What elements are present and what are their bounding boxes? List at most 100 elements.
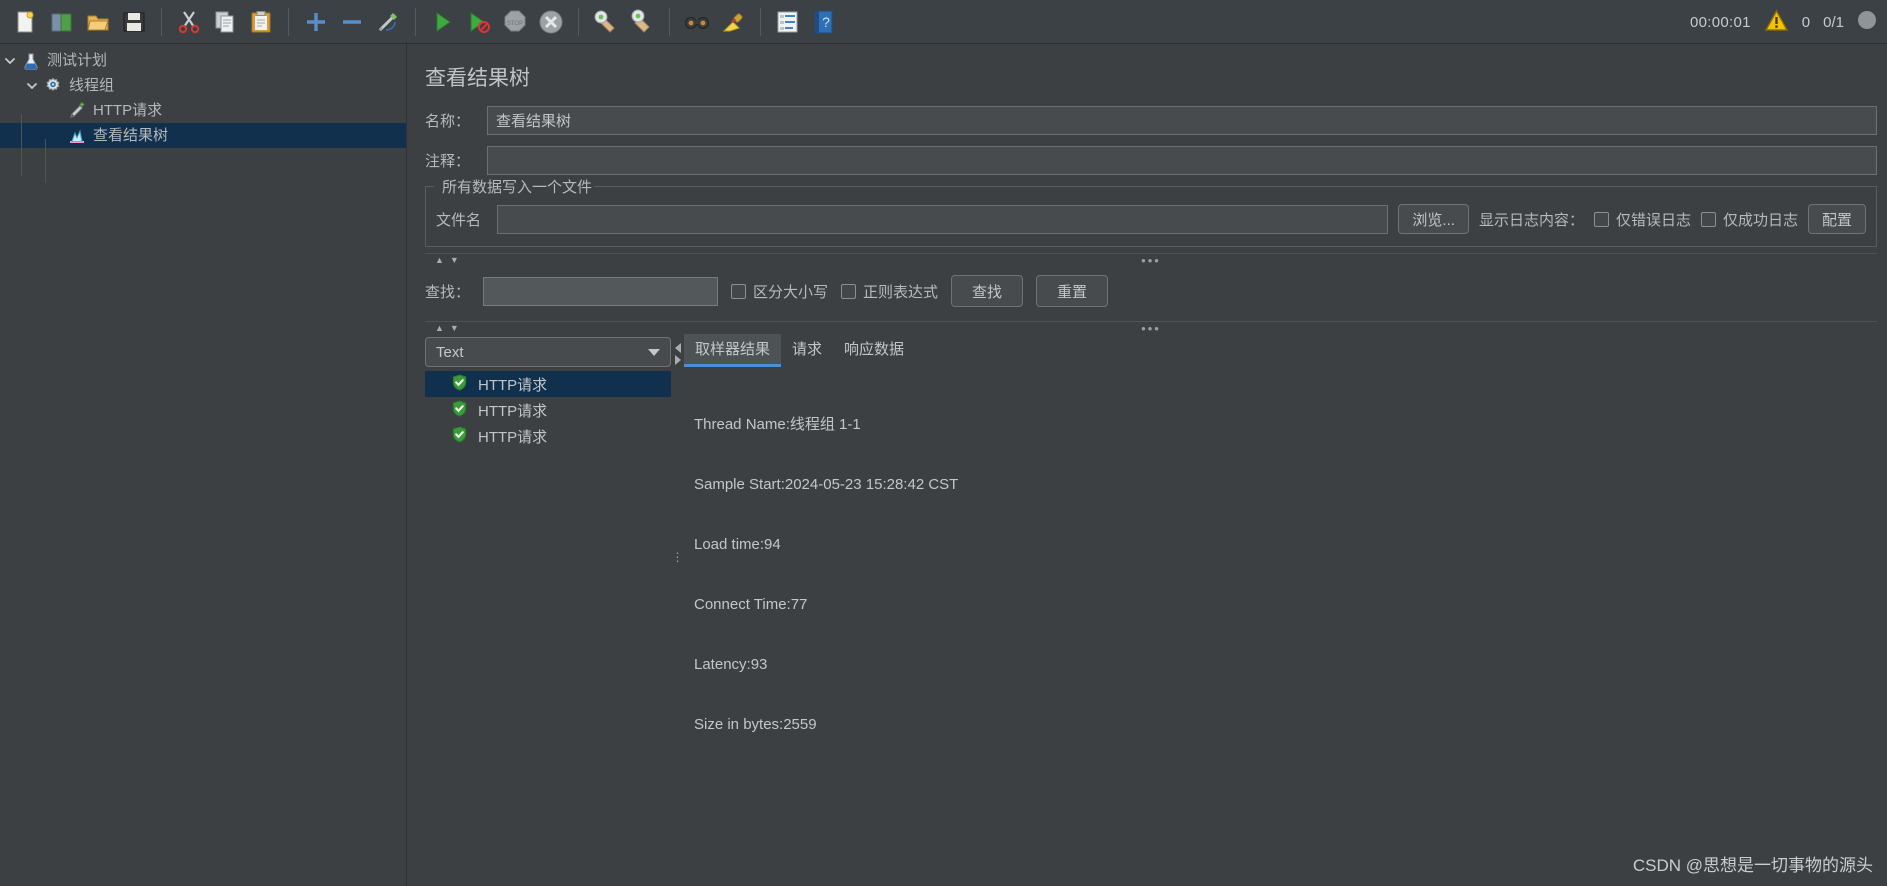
toggle-icon[interactable] bbox=[370, 5, 406, 39]
tab-response-data[interactable]: 响应数据 bbox=[833, 334, 915, 367]
toolbar-separator bbox=[760, 7, 761, 36]
help-icon[interactable]: ? bbox=[806, 5, 842, 39]
collapse-right-icon[interactable] bbox=[674, 355, 681, 365]
reset-search-icon[interactable] bbox=[715, 5, 751, 39]
collapse-all-icon[interactable] bbox=[334, 5, 370, 39]
name-row: 名称： bbox=[417, 106, 1887, 135]
success-only-checkbox[interactable] bbox=[1700, 211, 1716, 227]
warning-triangle-icon[interactable] bbox=[1764, 9, 1789, 36]
splitter-bottom[interactable]: ▲ ▼ ••• bbox=[425, 321, 1877, 335]
collapse-left-icon[interactable] bbox=[674, 343, 681, 353]
sampler-results-list[interactable]: HTTP请求 HTTP请求 HTTP请求 bbox=[425, 371, 671, 777]
tree-item-view-results-tree[interactable]: 查看结果树 bbox=[0, 123, 406, 148]
splitter-grip[interactable]: ⋮ bbox=[672, 551, 684, 563]
main-toolbar: STOP ? 00:00:01 0 0/1 bbox=[0, 0, 1887, 44]
tree-item-http-request[interactable]: HTTP请求 bbox=[0, 98, 406, 123]
success-shield-icon bbox=[451, 373, 468, 395]
errors-only-checkbox[interactable] bbox=[1593, 211, 1609, 227]
tree-item-thread-group[interactable]: 线程组 bbox=[0, 73, 406, 98]
main-content: 测试计划 线程组 HTTP请求 查看结果树 查看结果树 名称： 查看结果树 注释… bbox=[0, 44, 1887, 886]
view-results-tree-icon bbox=[66, 126, 88, 146]
chevron-down-icon[interactable] bbox=[648, 348, 660, 356]
search-button[interactable]: 查找 bbox=[951, 275, 1024, 307]
paste-icon[interactable] bbox=[243, 5, 279, 39]
list-item-label: HTTP请求 bbox=[478, 428, 548, 446]
splitter-grip[interactable]: ••• bbox=[1141, 254, 1161, 267]
collapse-up-icon[interactable]: ▲ bbox=[435, 324, 444, 333]
name-label: 名称： bbox=[425, 113, 471, 130]
shutdown-icon[interactable] bbox=[533, 5, 569, 39]
svg-text:STOP: STOP bbox=[507, 21, 523, 27]
search-input[interactable] bbox=[483, 276, 719, 306]
chevron-down-icon[interactable] bbox=[0, 55, 20, 67]
filename-input[interactable] bbox=[497, 204, 1389, 234]
case-sensitive-checkbox[interactable] bbox=[731, 283, 747, 299]
detail-line: Thread Name:线程组 1-1 bbox=[694, 416, 861, 433]
splitter-top[interactable]: ▲ ▼ ••• bbox=[425, 253, 1877, 267]
toolbar-group-clear bbox=[588, 5, 660, 39]
start-no-pauses-icon[interactable] bbox=[461, 5, 497, 39]
tree-item-label: 查看结果树 bbox=[93, 127, 169, 144]
success-only-checkbox-wrap[interactable]: 仅成功日志 bbox=[1700, 209, 1798, 230]
regex-checkbox-wrap[interactable]: 正则表达式 bbox=[841, 281, 938, 302]
toolbar-group-search bbox=[679, 5, 751, 39]
tree-guide-line bbox=[45, 139, 46, 183]
renderer-select[interactable]: Text bbox=[425, 337, 671, 367]
warning-count: 0 bbox=[1801, 13, 1811, 31]
toolbar-group-run: STOP bbox=[425, 5, 569, 39]
collapse-down-icon[interactable]: ▼ bbox=[450, 324, 459, 333]
collapse-down-icon[interactable]: ▼ bbox=[450, 256, 459, 265]
collapse-up-icon[interactable]: ▲ bbox=[435, 256, 444, 265]
toolbar-separator bbox=[415, 7, 416, 36]
tree-item-test-plan[interactable]: 测试计划 bbox=[0, 48, 406, 73]
errors-only-checkbox-wrap[interactable]: 仅错误日志 bbox=[1593, 209, 1691, 230]
configure-button[interactable]: 配置 bbox=[1807, 204, 1866, 234]
elapsed-timer: 00:00:01 bbox=[1690, 13, 1751, 31]
clear-icon[interactable] bbox=[588, 5, 624, 39]
svg-text:?: ? bbox=[822, 14, 830, 30]
search-icon[interactable] bbox=[679, 5, 715, 39]
reset-button[interactable]: 重置 bbox=[1036, 275, 1109, 307]
start-icon[interactable] bbox=[425, 5, 461, 39]
case-sensitive-checkbox-wrap[interactable]: 区分大小写 bbox=[731, 281, 828, 302]
http-request-icon bbox=[66, 101, 88, 121]
comment-input[interactable] bbox=[487, 146, 1877, 175]
toolbar-separator bbox=[669, 7, 670, 36]
success-only-label: 仅成功日志 bbox=[1722, 211, 1798, 229]
tree-item-label: 测试计划 bbox=[47, 52, 108, 69]
open-icon[interactable] bbox=[80, 5, 116, 39]
stop-icon[interactable]: STOP bbox=[497, 5, 533, 39]
search-label: 查找： bbox=[425, 283, 471, 301]
copy-icon[interactable] bbox=[207, 5, 243, 39]
active-threads-count: 0/1 bbox=[1823, 13, 1844, 31]
sampler-result-text[interactable]: Thread Name:线程组 1-1 Sample Start:2024-05… bbox=[684, 367, 1887, 777]
tree-item-label: HTTP请求 bbox=[93, 102, 163, 119]
toolbar-separator bbox=[288, 7, 289, 36]
tab-request[interactable]: 请求 bbox=[781, 334, 833, 367]
browse-button[interactable]: 浏览... bbox=[1398, 204, 1469, 234]
page-title: 查看结果树 bbox=[425, 67, 530, 90]
results-split: Text HTTP请求 HTTP请求 HTTP请求 ⋮ 取样器结果 请求 响应数… bbox=[425, 334, 1887, 777]
regex-checkbox[interactable] bbox=[841, 283, 857, 299]
list-item[interactable]: HTTP请求 bbox=[425, 423, 671, 449]
templates-icon[interactable] bbox=[44, 5, 80, 39]
splitter-grip[interactable]: ••• bbox=[1141, 322, 1161, 335]
log-display-label: 显示日志内容： bbox=[1478, 211, 1584, 229]
list-item[interactable]: HTTP请求 bbox=[425, 397, 671, 423]
cut-icon[interactable] bbox=[171, 5, 207, 39]
clear-all-icon[interactable] bbox=[624, 5, 660, 39]
new-icon[interactable] bbox=[8, 5, 44, 39]
list-item[interactable]: HTTP请求 bbox=[425, 371, 671, 397]
regex-label: 正则表达式 bbox=[863, 283, 939, 301]
function-helper-icon[interactable] bbox=[770, 5, 806, 39]
toolbar-group-tree bbox=[298, 5, 406, 39]
expand-all-icon[interactable] bbox=[298, 5, 334, 39]
chevron-down-icon[interactable] bbox=[22, 80, 42, 92]
test-plan-tree[interactable]: 测试计划 线程组 HTTP请求 查看结果树 bbox=[0, 44, 407, 886]
vertical-splitter[interactable]: ⋮ bbox=[671, 337, 684, 777]
tab-sampler-result[interactable]: 取样器结果 bbox=[684, 334, 782, 367]
save-icon[interactable] bbox=[116, 5, 152, 39]
detail-line: Size in bytes:2559 bbox=[694, 716, 817, 733]
view-results-tree-panel: 查看结果树 名称： 注释： 所有数据写入一个文件 文件名 浏览... 显示日志内… bbox=[407, 44, 1887, 886]
name-input[interactable] bbox=[487, 106, 1877, 135]
